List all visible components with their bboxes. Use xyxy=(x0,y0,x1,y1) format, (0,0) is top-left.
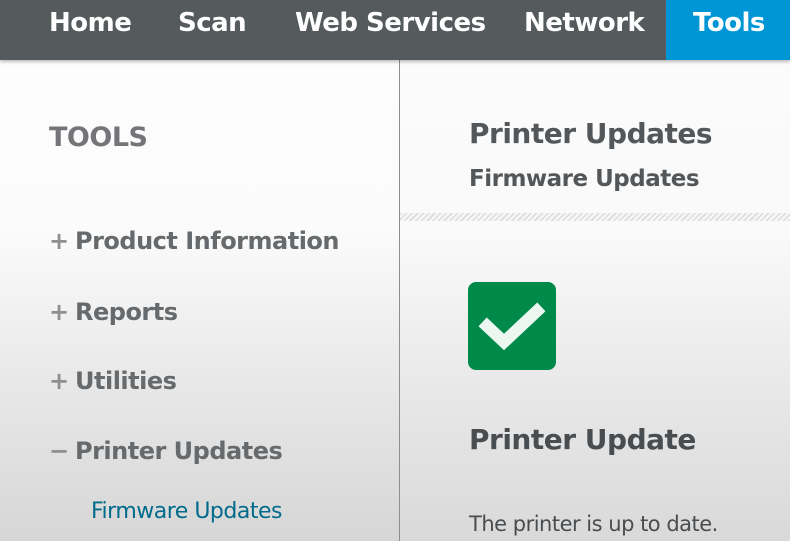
header-divider xyxy=(400,213,790,221)
sidebar-item-utilities[interactable]: + Utilities xyxy=(49,367,177,395)
expand-plus-icon: + xyxy=(49,298,69,326)
sidebar-item-label: Reports xyxy=(75,298,178,326)
sidebar-item-label: Utilities xyxy=(75,367,177,395)
page-subtitle: Firmware Updates xyxy=(469,166,700,192)
nav-tab-home[interactable]: Home xyxy=(49,0,132,60)
nav-tab-scan[interactable]: Scan xyxy=(178,0,247,60)
nav-tab-web-services[interactable]: Web Services xyxy=(295,0,486,60)
sidebar-subitem-firmware-updates[interactable]: Firmware Updates xyxy=(91,499,282,524)
status-message: The printer is up to date. xyxy=(469,512,718,536)
top-navigation-bar: Home Scan Web Services Network Tools xyxy=(0,0,790,60)
sidebar-item-product-information[interactable]: + Product Information xyxy=(49,227,340,255)
nav-tab-network[interactable]: Network xyxy=(524,0,645,60)
collapse-minus-icon: − xyxy=(49,437,69,465)
nav-tab-tools[interactable]: Tools xyxy=(666,0,790,60)
sidebar-item-label: Product Information xyxy=(75,227,340,255)
sidebar-item-reports[interactable]: + Reports xyxy=(49,298,178,326)
expand-plus-icon: + xyxy=(49,367,69,395)
checkmark-icon xyxy=(468,282,556,370)
sidebar-item-printer-updates[interactable]: − Printer Updates xyxy=(49,437,283,465)
sidebar-title: TOOLS xyxy=(49,122,148,153)
page-title: Printer Updates xyxy=(469,117,713,150)
section-title: Printer Update xyxy=(469,423,696,456)
expand-plus-icon: + xyxy=(49,227,69,255)
sidebar-item-label: Printer Updates xyxy=(75,437,283,465)
